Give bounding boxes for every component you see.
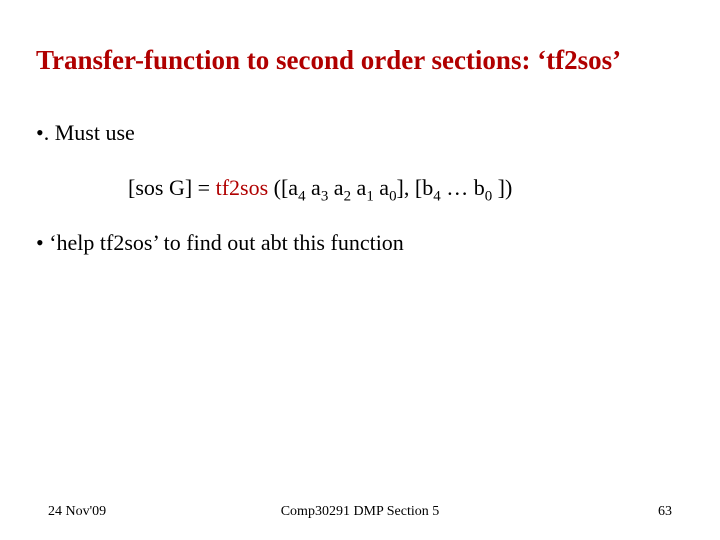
sep4: a (374, 175, 389, 200)
dots: … b (441, 175, 485, 200)
slide-title: Transfer-function to second order sectio… (36, 44, 684, 78)
bullet-must-use: •. Must use (36, 116, 684, 149)
sub-a2: 2 (344, 188, 351, 204)
footer-page-number: 63 (658, 504, 672, 520)
args-close: ]) (492, 175, 512, 200)
bullet-help: • ‘help tf2sos’ to find out abt this fun… (36, 226, 684, 259)
sub-a1: 1 (366, 188, 373, 204)
args-open: ([a (268, 175, 298, 200)
sep3: a (351, 175, 366, 200)
code-lhs: [sos G] = (128, 175, 216, 200)
sep2: a (328, 175, 343, 200)
sub-b4: 4 (433, 188, 440, 204)
sub-a0: 0 (389, 188, 396, 204)
mid: ], [b (397, 175, 434, 200)
function-name: tf2sos (216, 175, 269, 200)
slide-footer: 24 Nov'09 Comp30291 DMP Section 5 63 (0, 504, 720, 520)
footer-date: 24 Nov'09 (48, 504, 106, 520)
footer-course: Comp30291 DMP Section 5 (0, 504, 720, 520)
sep1: a (306, 175, 321, 200)
code-line: [sos G] = tf2sos ([a4 a3 a2 a1 a0], [b4 … (128, 171, 684, 204)
sub-a4: 4 (298, 188, 305, 204)
